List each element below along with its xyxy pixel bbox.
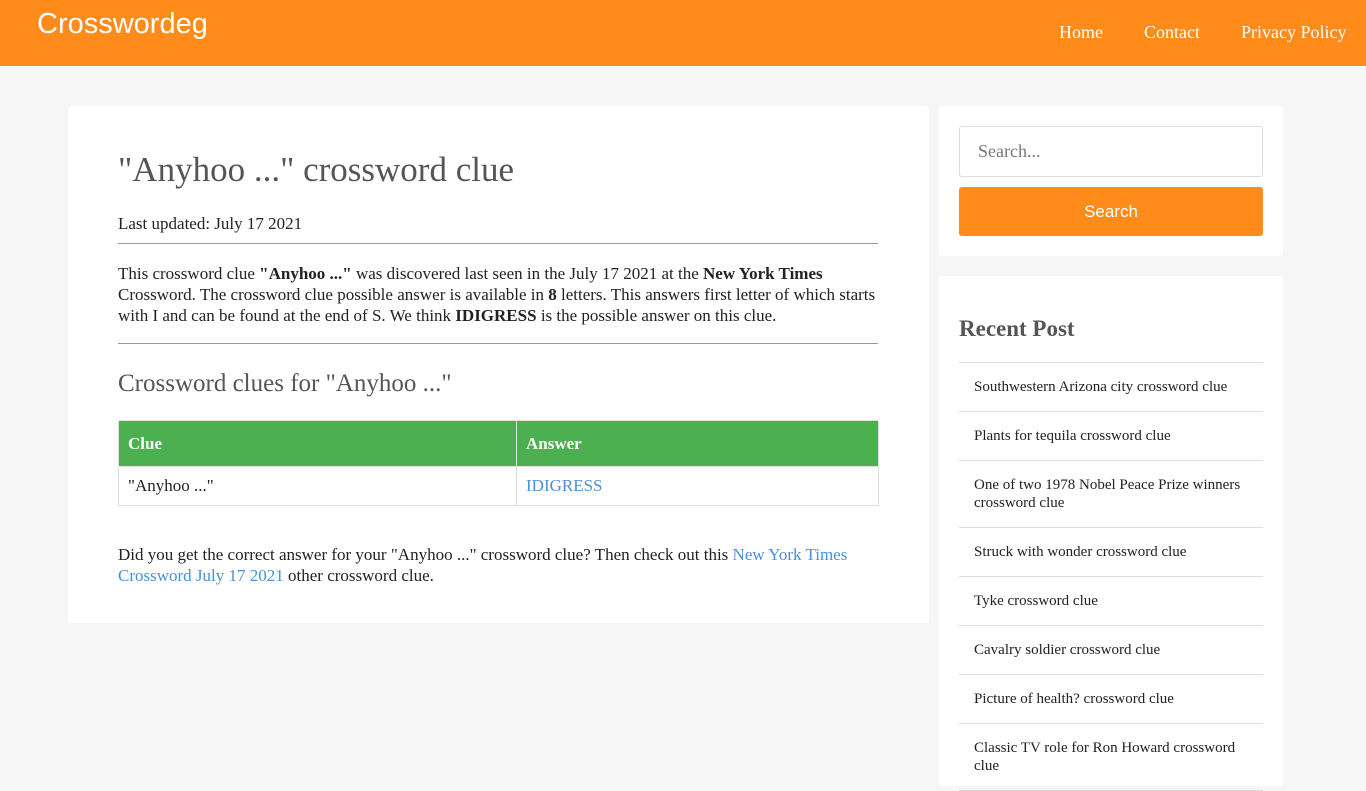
clue-table: Clue Answer "Anyhoo ..." IDIGRESS <box>118 420 879 506</box>
table-header-clue: Clue <box>118 420 517 467</box>
article-card: "Anyhoo ..." crossword clue Last updated… <box>68 106 929 623</box>
table-cell-answer: IDIGRESS <box>516 466 879 506</box>
recent-post-link[interactable]: Picture of health? crossword clue <box>974 691 1174 707</box>
recent-posts-list: Southwestern Arizona city crossword clue… <box>959 362 1263 791</box>
recent-post-link[interactable]: Southwestern Arizona city crossword clue <box>974 379 1227 395</box>
recent-post-link[interactable]: Plants for tequila crossword clue <box>974 428 1171 444</box>
text-segment: Crossword. The crossword clue possible a… <box>118 285 549 304</box>
recent-post-link[interactable]: One of two 1978 Nobel Peace Prize winner… <box>974 477 1240 511</box>
answer-link[interactable]: IDIGRESS <box>526 476 603 495</box>
text-segment: other crossword clue. <box>283 566 434 585</box>
search-button[interactable]: Search <box>959 187 1263 236</box>
list-item: Tyke crossword clue <box>959 577 1263 626</box>
list-item: Plants for tequila crossword clue <box>959 412 1263 461</box>
list-item: One of two 1978 Nobel Peace Prize winner… <box>959 461 1263 528</box>
nav-contact-link[interactable]: Contact <box>1144 20 1200 44</box>
site-logo[interactable]: Crosswordeg <box>37 6 208 42</box>
article-description: This crossword clue "Anyhoo ..." was dis… <box>118 263 878 326</box>
recent-post-link[interactable]: Classic TV role for Ron Howard crossword… <box>974 740 1235 774</box>
recent-posts-widget: Recent Post Southwestern Arizona city cr… <box>939 276 1283 791</box>
search-widget: Search <box>939 106 1283 256</box>
recent-post-link[interactable]: Cavalry soldier crossword clue <box>974 642 1160 658</box>
list-item: Cavalry soldier crossword clue <box>959 626 1263 675</box>
list-item: Classic TV role for Ron Howard crossword… <box>959 724 1263 791</box>
table-header-answer: Answer <box>516 420 879 467</box>
site-header: Crosswordeg Home Contact Privacy Policy <box>0 0 1366 66</box>
table-row: "Anyhoo ..." IDIGRESS <box>118 466 879 506</box>
letter-count-bold: 8 <box>548 285 557 304</box>
nav-privacy-policy-link[interactable]: Privacy Policy <box>1241 20 1347 44</box>
last-updated: Last updated: July 17 2021 <box>118 214 303 233</box>
text-segment: was discovered last seen in the July 17 … <box>351 264 703 283</box>
table-cell-clue: "Anyhoo ..." <box>118 466 517 506</box>
recent-post-link[interactable]: Tyke crossword clue <box>974 593 1098 609</box>
text-segment: Did you get the correct answer for your … <box>118 545 733 564</box>
page-title: "Anyhoo ..." crossword clue <box>118 150 515 189</box>
divider <box>118 343 878 344</box>
text-segment: is the possible answer on this clue. <box>536 306 777 325</box>
table-header-row: Clue Answer <box>118 420 879 467</box>
divider <box>118 243 878 244</box>
article-outro: Did you get the correct answer for your … <box>118 544 888 586</box>
clue-text-bold: "Anyhoo ..." <box>259 264 352 283</box>
search-input[interactable] <box>959 126 1263 177</box>
nav-home-link[interactable]: Home <box>1059 20 1103 44</box>
recent-posts-title: Recent Post <box>959 316 1075 341</box>
source-text-bold: New York Times <box>703 264 823 283</box>
recent-post-link[interactable]: Struck with wonder crossword clue <box>974 544 1186 560</box>
list-item: Struck with wonder crossword clue <box>959 528 1263 577</box>
section-title: Crossword clues for "Anyhoo ..." <box>118 370 452 397</box>
answer-text-bold: IDIGRESS <box>455 306 537 325</box>
list-item: Southwestern Arizona city crossword clue <box>959 363 1263 412</box>
text-segment: This crossword clue <box>118 264 260 283</box>
list-item: Picture of health? crossword clue <box>959 675 1263 724</box>
